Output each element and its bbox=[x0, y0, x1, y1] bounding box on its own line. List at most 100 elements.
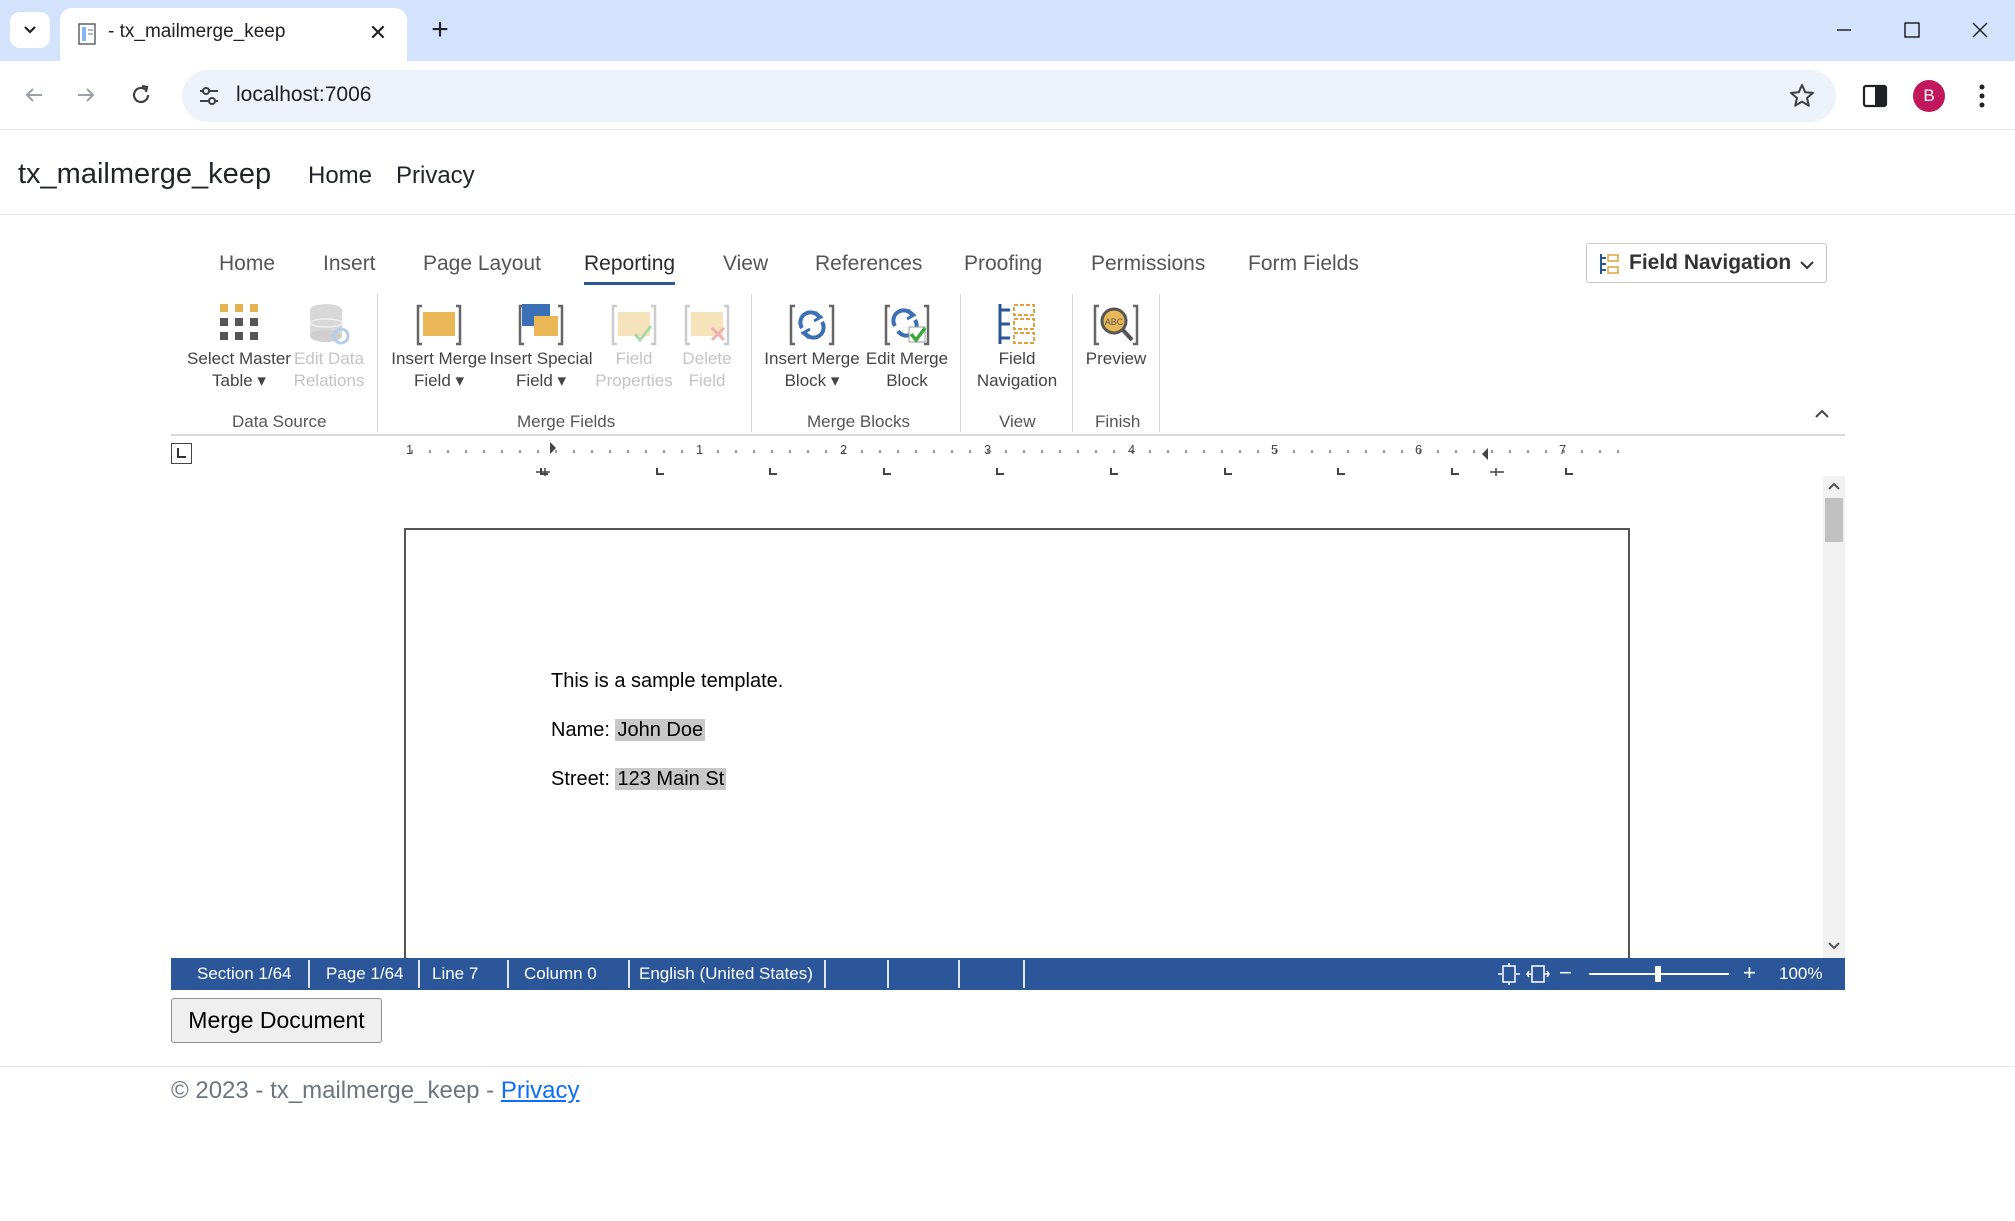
back-arrow-icon[interactable] bbox=[14, 75, 54, 115]
address-bar[interactable]: localhost:7006 bbox=[182, 70, 1836, 122]
ruler-number: 1 bbox=[696, 442, 703, 457]
new-tab-icon[interactable]: + bbox=[422, 12, 458, 48]
tab-title: - tx_mailmerge_keep bbox=[108, 21, 286, 42]
maximize-icon[interactable] bbox=[1890, 10, 1934, 50]
merge-document-button[interactable]: Merge Document bbox=[171, 998, 382, 1043]
nav-link-home[interactable]: Home bbox=[308, 162, 372, 190]
status-divider bbox=[887, 960, 889, 988]
ruler-number: 5 bbox=[1271, 442, 1278, 457]
group-label-merge-fields: Merge Fields bbox=[517, 412, 616, 431]
footer-text: © 2023 - tx_mailmerge_keep - Privacy bbox=[171, 1077, 580, 1105]
browser-menu-icon[interactable] bbox=[1970, 79, 1994, 113]
document-viewport[interactable]: This is a sample template. Name: John Do… bbox=[171, 476, 1823, 958]
status-divider bbox=[824, 960, 826, 988]
bookmark-star-icon[interactable] bbox=[1788, 82, 1816, 110]
edit-merge-block-label: Edit Merge Block bbox=[865, 349, 949, 390]
reload-icon[interactable] bbox=[121, 75, 161, 115]
ribbon-tab-home[interactable]: Home bbox=[219, 252, 275, 276]
zoom-in-button[interactable]: + bbox=[1743, 960, 1756, 986]
edit-data-relations-button[interactable]: Edit Data Relations bbox=[281, 298, 377, 394]
insert-merge-field-label: Insert Merge Field ▾ bbox=[391, 349, 487, 390]
name-label: Name: bbox=[551, 719, 616, 741]
field-properties-icon bbox=[611, 304, 657, 346]
insert-merge-field-button[interactable]: Insert Merge Field ▾ bbox=[391, 298, 487, 394]
insert-special-field-button[interactable]: Insert Special Field ▾ bbox=[490, 298, 593, 394]
tab-stop-marker bbox=[769, 468, 777, 475]
fit-page-icon[interactable] bbox=[1497, 963, 1521, 985]
group-label-view: View bbox=[999, 412, 1036, 431]
field-navigation-dropdown[interactable]: Field Navigation bbox=[1586, 243, 1827, 283]
delete-field-button[interactable]: Delete Field bbox=[659, 298, 755, 394]
edit-merge-block-icon bbox=[884, 304, 930, 346]
doc-text-line[interactable]: This is a sample template. bbox=[551, 670, 783, 693]
doc-name-line[interactable]: Name: John Doe bbox=[551, 719, 706, 742]
ribbon-tab-reporting[interactable]: Reporting bbox=[584, 252, 676, 285]
site-brand[interactable]: tx_mailmerge_keep bbox=[18, 158, 271, 191]
ribbon-tab-references[interactable]: References bbox=[815, 252, 922, 276]
zoom-percentage[interactable]: 100% bbox=[1779, 964, 1822, 984]
collapse-ribbon-icon[interactable] bbox=[1812, 404, 1832, 424]
ribbon-tab-view[interactable]: View bbox=[723, 252, 768, 276]
zoom-out-button[interactable]: − bbox=[1559, 960, 1572, 986]
ribbon-tab-insert[interactable]: Insert bbox=[323, 252, 376, 276]
group-label-merge-blocks: Merge Blocks bbox=[807, 412, 910, 431]
edit-merge-block-button[interactable]: Edit Merge Block bbox=[859, 298, 955, 394]
url-text[interactable]: localhost:7006 bbox=[236, 83, 371, 107]
site-navbar: tx_mailmerge_keep Home Privacy bbox=[0, 131, 2015, 215]
document-page[interactable]: This is a sample template. Name: John Do… bbox=[404, 528, 1630, 958]
status-language[interactable]: English (United States) bbox=[639, 964, 813, 984]
browser-tabstrip: - tx_mailmerge_keep ✕ + bbox=[0, 0, 2015, 61]
profile-avatar[interactable]: B bbox=[1913, 80, 1945, 112]
scrollbar-thumb[interactable] bbox=[1825, 498, 1843, 542]
merge-field-name[interactable]: John Doe bbox=[615, 719, 706, 741]
field-navigation-label: Field Navigation bbox=[1629, 251, 1792, 274]
status-divider bbox=[958, 960, 960, 988]
svg-text:ABC: ABC bbox=[1105, 317, 1124, 327]
fit-width-icon[interactable] bbox=[1526, 963, 1550, 985]
tab-stop-marker bbox=[656, 468, 664, 475]
merge-block-icon bbox=[789, 304, 835, 346]
side-panel-icon[interactable] bbox=[1858, 79, 1892, 113]
minimize-icon[interactable] bbox=[1822, 10, 1866, 50]
status-line: Line 7 bbox=[432, 964, 479, 983]
preview-label: Preview bbox=[1085, 349, 1147, 368]
tab-stop-marker bbox=[1451, 468, 1459, 475]
field-navigation-button[interactable]: Field Navigation bbox=[969, 298, 1065, 394]
forward-arrow-icon[interactable] bbox=[66, 75, 106, 115]
merge-field-street[interactable]: 123 Main St bbox=[615, 768, 727, 790]
ruler-number: 2 bbox=[840, 442, 847, 457]
preview-icon: ABC bbox=[1093, 304, 1139, 346]
doc-street-line[interactable]: Street: 123 Main St bbox=[551, 768, 727, 791]
first-line-indent-marker bbox=[550, 442, 556, 454]
scroll-down-icon[interactable] bbox=[1827, 938, 1841, 952]
vertical-scrollbar[interactable] bbox=[1823, 476, 1845, 958]
chevron-down-icon bbox=[1800, 261, 1814, 270]
ruler-number: 6 bbox=[1415, 442, 1422, 457]
ribbon-tab-permissions[interactable]: Permissions bbox=[1091, 252, 1205, 276]
ribbon-tab-proofing[interactable]: Proofing bbox=[964, 252, 1042, 276]
zoom-slider-thumb[interactable] bbox=[1655, 966, 1661, 982]
ruler-number: 3 bbox=[984, 442, 991, 457]
footer-copyright: © 2023 - tx_mailmerge_keep - bbox=[171, 1077, 501, 1104]
status-divider bbox=[507, 960, 509, 988]
close-tab-icon[interactable]: ✕ bbox=[365, 20, 391, 46]
right-margin-marker bbox=[1490, 468, 1504, 476]
tab-list-chevron-icon[interactable] bbox=[10, 12, 50, 48]
scroll-up-icon[interactable] bbox=[1827, 480, 1841, 494]
ribbon-group-divider bbox=[377, 294, 378, 432]
status-divider bbox=[1023, 960, 1025, 988]
site-info-icon[interactable] bbox=[196, 83, 222, 109]
nav-link-privacy[interactable]: Privacy bbox=[396, 162, 475, 190]
insert-merge-block-button[interactable]: Insert Merge Block ▾ bbox=[764, 298, 860, 394]
browser-tab[interactable]: - tx_mailmerge_keep ✕ bbox=[60, 8, 407, 61]
status-divider bbox=[628, 960, 630, 988]
horizontal-ruler[interactable]: 1 1 2 3 4 5 6 7 bbox=[400, 440, 1630, 476]
group-label-finish: Finish bbox=[1095, 412, 1141, 431]
footer-privacy-link[interactable]: Privacy bbox=[501, 1077, 580, 1104]
ribbon-tab-form-fields[interactable]: Form Fields bbox=[1248, 252, 1359, 276]
ribbon-tab-page-layout[interactable]: Page Layout bbox=[423, 252, 541, 276]
special-field-icon bbox=[518, 304, 564, 346]
close-window-icon[interactable] bbox=[1958, 10, 2002, 50]
tab-stop-selector[interactable] bbox=[171, 443, 192, 464]
preview-button[interactable]: ABC Preview bbox=[1068, 298, 1164, 394]
